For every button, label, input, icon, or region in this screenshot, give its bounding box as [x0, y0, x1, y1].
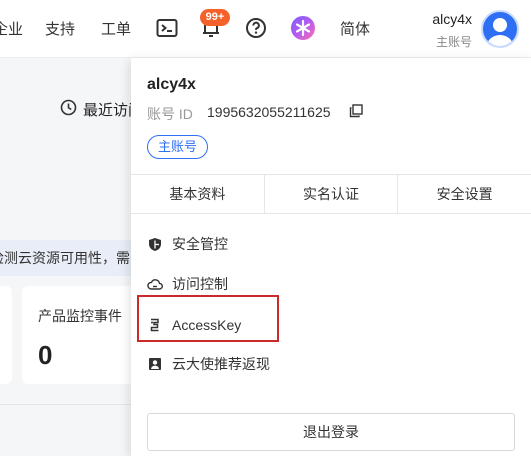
shield-icon — [147, 236, 163, 252]
dropdown-username: alcy4x — [147, 76, 196, 93]
tab-real-name-verification[interactable]: 实名认证 — [265, 175, 399, 213]
notification-count-badge: 99+ — [200, 9, 230, 26]
menu-item-access-control[interactable]: 访问控制 — [147, 272, 228, 296]
menu-item-ambassador-rebate[interactable]: 云大使推荐返现 — [147, 352, 270, 376]
terminal-icon[interactable] — [154, 15, 180, 41]
menu-item-security-control[interactable]: 安全管控 — [147, 232, 228, 256]
logout-button[interactable]: 退出登录 — [147, 413, 515, 451]
tab-security-settings[interactable]: 安全设置 — [398, 175, 531, 213]
banner-text: 检测云资源可用性，需 — [0, 250, 130, 266]
accesskey-highlight-box — [137, 295, 279, 342]
ai-assistant-icon[interactable] — [290, 15, 316, 41]
help-icon[interactable] — [243, 15, 269, 41]
menu-item-label: 云大使推荐返现 — [172, 356, 270, 372]
top-navigation-bar: 企业 支持 工单 99+ 简体 alcy4x 主账号 — [0, 0, 531, 58]
card-title: 产品监控事件 — [38, 308, 122, 324]
account-dropdown: alcy4x 账号 ID 1995632055211625 主账号 基本资料 实… — [131, 58, 531, 456]
account-type-badge: 主账号 — [147, 135, 209, 159]
partial-card — [0, 286, 12, 384]
cloud-icon — [147, 276, 163, 292]
card-value: 0 — [38, 340, 53, 370]
menu-item-label: 访问控制 — [172, 276, 228, 292]
nav-item-enterprise[interactable]: 企业 — [0, 18, 23, 39]
account-tabs: 基本资料 实名认证 安全设置 — [131, 174, 531, 214]
tab-basic-info[interactable]: 基本资料 — [131, 175, 265, 213]
availability-banner: 检测云资源可用性，需 — [0, 240, 135, 276]
clock-icon — [60, 99, 77, 120]
portrait-icon — [147, 356, 163, 372]
header-account-type: 主账号 — [435, 35, 472, 49]
copy-icon[interactable] — [349, 104, 365, 120]
avatar[interactable] — [481, 10, 519, 48]
divider — [0, 404, 140, 405]
language-switch[interactable]: 简体 — [340, 18, 370, 39]
account-id-value: 1995632055211625 — [207, 104, 331, 120]
nav-item-ticket[interactable]: 工单 — [101, 18, 131, 39]
menu-item-label: 安全管控 — [172, 236, 228, 252]
nav-item-support[interactable]: 支持 — [45, 18, 75, 39]
account-id-label: 账号 ID — [147, 106, 193, 122]
header-username[interactable]: alcy4x — [420, 11, 472, 27]
